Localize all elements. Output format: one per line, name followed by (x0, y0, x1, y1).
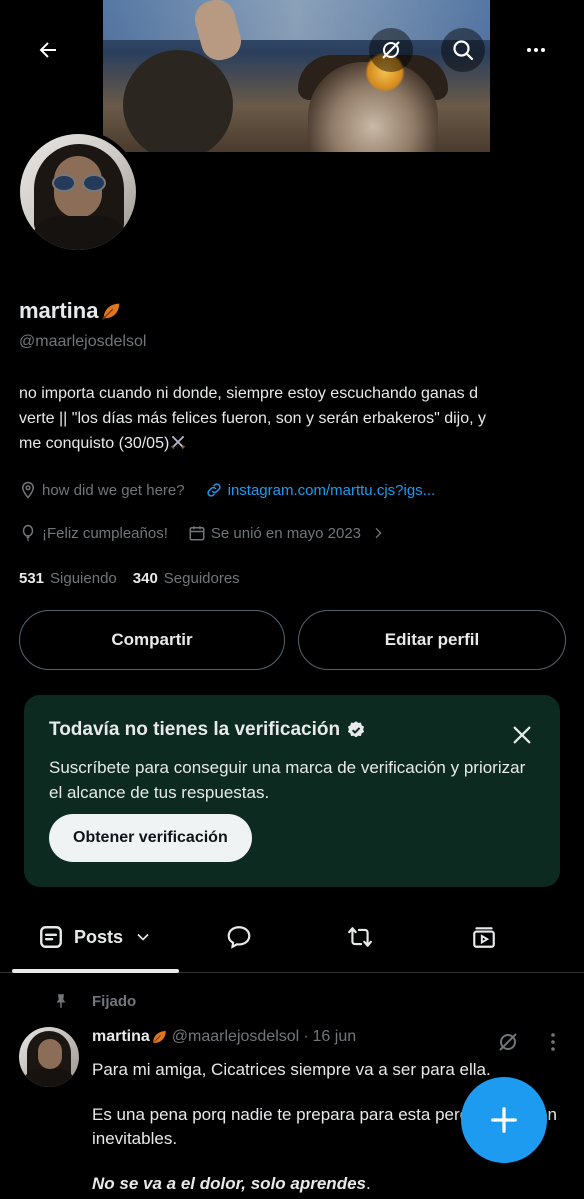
chevron-down-icon (137, 933, 149, 941)
tab-media[interactable] (471, 921, 497, 953)
grok-icon[interactable] (496, 1030, 520, 1054)
post-date: 16 jun (312, 1028, 357, 1045)
verification-title: Todavía no tienes la verificación (49, 719, 366, 741)
follow-stats: 531 Siguiendo 340 Seguidores (19, 570, 240, 587)
link-icon (206, 483, 221, 497)
share-button[interactable]: Compartir (19, 610, 285, 670)
website-item[interactable]: instagram.com/marttu.cjs?igs... (205, 481, 436, 499)
post-paragraph-3-end: . (365, 1174, 371, 1193)
bio-line-3: me conquisto (30/05) (19, 435, 170, 452)
followers-label: Seguidores (163, 570, 240, 587)
reposts-icon (348, 927, 372, 947)
following-count: 531 (19, 570, 45, 587)
grok-button[interactable] (369, 28, 413, 72)
post-author-name: martina (92, 1028, 150, 1045)
leaf-emoji-icon (152, 1031, 166, 1044)
post-author-handle: @maarlejosdelsol (171, 1028, 300, 1045)
more-icon (527, 48, 545, 52)
post-header: martina @maarlejosdelsol · 16 jun (92, 1028, 356, 1046)
close-icon (513, 726, 531, 744)
profile-handle: @maarlejosdelsol (19, 333, 147, 350)
close-verification-button[interactable] (508, 721, 536, 749)
birthday-text: ¡Feliz cumpleaños! (42, 524, 168, 542)
pin-icon (56, 994, 66, 1008)
post-paragraph-3-emphasis: No se va a el dolor, solo aprendes (92, 1174, 366, 1193)
followers-count: 340 (132, 570, 158, 587)
post-more-icon[interactable] (546, 1030, 560, 1054)
verification-description: Suscríbete para conseguir una marca de v… (49, 758, 526, 802)
post-author[interactable]: martina (92, 1028, 168, 1046)
tab-reposts[interactable] (347, 921, 373, 953)
following-label: Siguiendo (50, 570, 117, 587)
location-icon (21, 481, 35, 499)
joined-text: Se unió en mayo 2023 (210, 524, 362, 542)
profile-tabs: Posts (0, 905, 584, 973)
banner-image[interactable] (103, 0, 490, 152)
verification-title-text: Todavía no tienes la verificación (49, 719, 341, 740)
profile-banner (0, 0, 584, 152)
post-paragraph-3: No se va a el dolor, solo aprendes. (92, 1172, 562, 1196)
search-icon (453, 40, 474, 61)
verification-card: Todavía no tienes la verificación Suscrí… (24, 695, 560, 887)
crossed-swords-emoji-icon (171, 435, 186, 450)
replies-icon (227, 926, 251, 949)
calendar-icon (189, 526, 205, 541)
post-separator: · (303, 1028, 309, 1045)
more-options-button[interactable] (514, 28, 558, 72)
posts-icon (40, 926, 62, 948)
joined-item[interactable]: Se unió en mayo 2023 (188, 524, 386, 542)
profile-name: martina (19, 298, 122, 324)
tab-posts-label: Posts (74, 926, 124, 947)
media-icon (473, 927, 495, 948)
location-item: how did we get here? (19, 481, 185, 499)
followers-link[interactable]: 340 Seguidores (133, 570, 240, 587)
grok-icon (382, 41, 400, 59)
pinned-label: Fijado (92, 992, 137, 1010)
pinned-indicator: Fijado (52, 992, 136, 1010)
chevron-right-icon (375, 527, 382, 539)
profile-bio: no importa cuando ni donde, siempre esto… (19, 381, 559, 456)
tab-replies[interactable] (226, 921, 252, 953)
leaf-emoji-icon (102, 303, 120, 320)
edit-profile-button[interactable]: Editar perfil (298, 610, 566, 670)
active-tab-indicator (12, 969, 179, 973)
plus-icon (491, 1107, 517, 1133)
back-button[interactable] (26, 28, 70, 72)
location-text: how did we get here? (42, 481, 185, 499)
profile-avatar[interactable] (16, 130, 140, 254)
profile-meta-row-1: how did we get here? instagram.com/martt… (19, 481, 455, 499)
balloon-icon (22, 524, 34, 542)
birthday-item: ¡Feliz cumpleaños! (19, 524, 168, 542)
get-verified-button[interactable]: Obtener verificación (49, 814, 252, 862)
tab-posts[interactable]: Posts (38, 921, 153, 953)
verified-badge-icon (347, 721, 365, 738)
following-link[interactable]: 531 Siguiendo (19, 570, 117, 587)
search-button[interactable] (441, 28, 485, 72)
profile-name-text: martina (19, 298, 99, 323)
avatar-image (20, 134, 136, 250)
bio-line-1: no importa cuando ni donde, siempre esto… (19, 385, 478, 402)
post-avatar[interactable] (19, 1027, 79, 1087)
compose-post-button[interactable] (461, 1077, 547, 1163)
back-arrow-icon (39, 42, 56, 58)
profile-meta-row-2: ¡Feliz cumpleaños! Se unió en mayo 2023 (19, 524, 406, 542)
website-link[interactable]: instagram.com/marttu.cjs?igs... (228, 482, 436, 499)
bio-line-2: verte || "los días más felices fueron, s… (19, 410, 486, 427)
